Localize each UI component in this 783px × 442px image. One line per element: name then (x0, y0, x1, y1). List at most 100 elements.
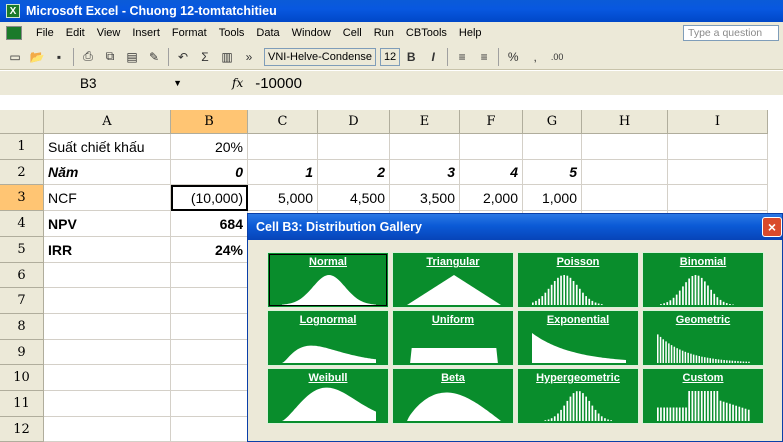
cell-h3[interactable] (582, 185, 668, 211)
cell-d3[interactable]: 4,500 (318, 185, 390, 211)
cell-b3[interactable]: (10,000) (171, 185, 248, 211)
column-header[interactable]: B (171, 110, 248, 134)
row-header[interactable]: 3 (0, 185, 44, 211)
menu-view[interactable]: View (91, 24, 127, 42)
column-header[interactable]: F (460, 110, 523, 134)
cell-g1[interactable] (523, 134, 582, 160)
menu-tools[interactable]: Tools (213, 24, 251, 42)
cell-e1[interactable] (390, 134, 460, 160)
font-size-select[interactable]: 12 (379, 47, 401, 66)
cell-c3[interactable]: 5,000 (248, 185, 318, 211)
cell-a9[interactable] (44, 340, 171, 365)
distribution-lognormal-tile[interactable]: Lognormal (267, 310, 389, 366)
function-icon[interactable]: fx (232, 76, 243, 90)
cell-g3[interactable]: 1,000 (523, 185, 582, 211)
distribution-hypergeometric-tile[interactable]: Hypergeometric (517, 368, 639, 424)
menu-file[interactable]: File (30, 24, 60, 42)
cell-a12[interactable] (44, 417, 171, 442)
distribution-beta-tile[interactable]: Beta (392, 368, 514, 424)
percent-button[interactable]: % (502, 47, 524, 67)
row-header[interactable]: 12 (0, 417, 44, 442)
cell-b4[interactable]: 684 (171, 211, 248, 237)
save-icon[interactable]: ▪ (48, 47, 70, 67)
chart-icon[interactable]: ▥ (216, 47, 238, 67)
cell-i1[interactable] (668, 134, 768, 160)
cell-b6[interactable] (171, 263, 248, 288)
distribution-normal-tile[interactable]: Normal (267, 252, 389, 308)
distribution-binomial-tile[interactable]: Binomial (642, 252, 764, 308)
open-icon[interactable]: 📂 (26, 47, 48, 67)
print-preview-icon[interactable]: ⎙ (77, 47, 99, 67)
column-header[interactable]: G (523, 110, 582, 134)
cell-b8[interactable] (171, 314, 248, 340)
column-header[interactable]: C (248, 110, 318, 134)
align-center-icon[interactable]: ≡ (473, 47, 495, 67)
italic-button[interactable]: I (422, 47, 444, 67)
format-painter-icon[interactable]: ✎ (143, 47, 165, 67)
column-header[interactable]: H (582, 110, 668, 134)
distribution-weibull-tile[interactable]: Weibull (267, 368, 389, 424)
menu-data[interactable]: Data (250, 24, 285, 42)
cell-a5[interactable]: IRR (44, 237, 171, 263)
align-left-icon[interactable]: ≡ (451, 47, 473, 67)
cell-a6[interactable] (44, 263, 171, 288)
cell-e2[interactable]: 3 (390, 160, 460, 185)
cell-d2[interactable]: 2 (318, 160, 390, 185)
cell-b9[interactable] (171, 340, 248, 365)
row-header[interactable]: 7 (0, 288, 44, 314)
cell-b1[interactable]: 20% (171, 134, 248, 160)
select-all-corner[interactable] (0, 110, 44, 134)
cell-a2[interactable]: Năm (44, 160, 171, 185)
font-name-select[interactable]: VNI-Helve-Condense (264, 47, 376, 66)
row-header[interactable]: 6 (0, 263, 44, 288)
menu-edit[interactable]: Edit (60, 24, 91, 42)
cell-a4[interactable]: NPV (44, 211, 171, 237)
distribution-poisson-tile[interactable]: Poisson (517, 252, 639, 308)
cell-h2[interactable] (582, 160, 668, 185)
cell-a10[interactable] (44, 365, 171, 391)
autosum-button[interactable]: Σ (194, 47, 216, 67)
row-header[interactable]: 1 (0, 134, 44, 160)
row-header[interactable]: 4 (0, 211, 44, 237)
cell-i2[interactable] (668, 160, 768, 185)
paste-icon[interactable]: ▤ (121, 47, 143, 67)
new-icon[interactable]: ▭ (4, 47, 26, 67)
distribution-exponential-tile[interactable]: Exponential (517, 310, 639, 366)
cell-a11[interactable] (44, 391, 171, 417)
distribution-custom-tile[interactable]: Custom (642, 368, 764, 424)
cell-i3[interactable] (668, 185, 768, 211)
cell-a8[interactable] (44, 314, 171, 340)
workbook-icon[interactable] (6, 26, 22, 40)
column-header[interactable]: I (668, 110, 768, 134)
column-header[interactable]: E (390, 110, 460, 134)
row-header[interactable]: 2 (0, 160, 44, 185)
menu-format[interactable]: Format (166, 24, 213, 42)
cell-b5[interactable]: 24% (171, 237, 248, 263)
copy-icon[interactable]: ⧉ (99, 47, 121, 67)
cell-b12[interactable] (171, 417, 248, 442)
cell-f2[interactable]: 4 (460, 160, 523, 185)
cell-h1[interactable] (582, 134, 668, 160)
menu-help[interactable]: Help (453, 24, 488, 42)
cell-a1[interactable]: Suất chiết khấu (44, 134, 171, 160)
menu-window[interactable]: Window (286, 24, 337, 42)
row-header[interactable]: 11 (0, 391, 44, 417)
cell-f3[interactable]: 2,000 (460, 185, 523, 211)
cell-f1[interactable] (460, 134, 523, 160)
comma-button[interactable]: , (524, 47, 546, 67)
menu-run[interactable]: Run (368, 24, 400, 42)
cell-b7[interactable] (171, 288, 248, 314)
row-header[interactable]: 5 (0, 237, 44, 263)
chevron-down-icon[interactable]: ▼ (173, 78, 182, 88)
row-header[interactable]: 8 (0, 314, 44, 340)
bold-button[interactable]: B (400, 47, 422, 67)
increase-decimal-button[interactable]: .00 (546, 47, 568, 67)
cell-a3[interactable]: NCF (44, 185, 171, 211)
overflow-chevron-icon[interactable]: » (238, 47, 260, 67)
distribution-triangular-tile[interactable]: Triangular (392, 252, 514, 308)
cell-c2[interactable]: 1 (248, 160, 318, 185)
cell-d1[interactable] (318, 134, 390, 160)
question-input[interactable]: Type a question (683, 25, 779, 41)
menu-cbtools[interactable]: CBTools (400, 24, 453, 42)
row-header[interactable]: 10 (0, 365, 44, 391)
